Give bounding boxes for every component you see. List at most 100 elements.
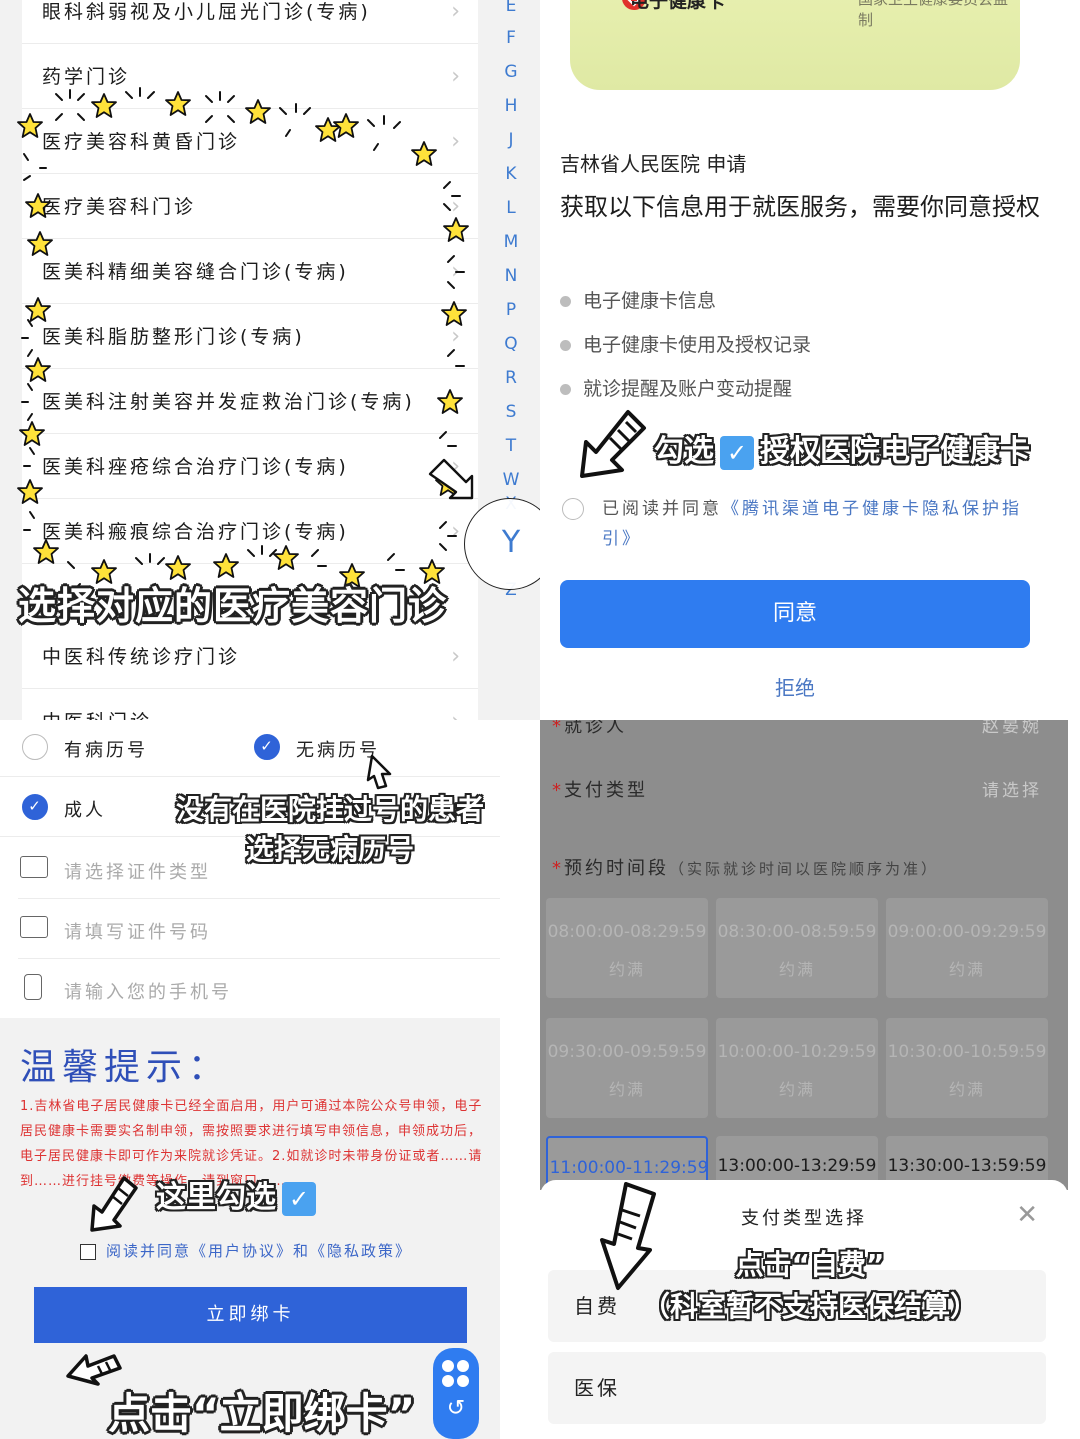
- time-slot[interactable]: 09:00:00-09:29:59 约满: [886, 898, 1048, 998]
- department-name: 医美科注射美容并发症救治门诊(专病): [42, 391, 415, 413]
- alphabet-letter[interactable]: G: [496, 62, 526, 82]
- bind-card-button[interactable]: 立即绑卡: [34, 1287, 467, 1343]
- alphabet-letter[interactable]: N: [496, 266, 526, 286]
- phone-input[interactable]: 请输入您的手机号: [64, 978, 232, 1004]
- back-icon[interactable]: ↺: [433, 1396, 479, 1421]
- adult-radio[interactable]: [22, 794, 48, 820]
- no-history-radio[interactable]: [254, 734, 280, 760]
- reject-button[interactable]: 拒绝: [560, 672, 1030, 701]
- slot-status: 约满: [778, 1080, 815, 1099]
- close-icon[interactable]: ✕: [1016, 1200, 1038, 1230]
- auth-description: 获取以下信息用于就医服务，需要你同意授权: [560, 193, 1040, 221]
- list-item[interactable]: 医美科瘢痕综合治疗门诊(专病) ›: [22, 500, 478, 564]
- chevron-right-icon: ›: [451, 64, 460, 89]
- alphabet-letter[interactable]: E: [496, 0, 526, 16]
- checkbox-checked-icon: ✓: [720, 435, 754, 470]
- slot-time: 10:30:00-10:59:59: [887, 1042, 1047, 1062]
- alphabet-letter[interactable]: F: [496, 28, 526, 48]
- has-history-label: 有病历号: [64, 740, 148, 761]
- alphabet-letter[interactable]: J: [496, 130, 526, 150]
- bullet-icon: [560, 384, 571, 395]
- pay-type-value[interactable]: 请选择: [982, 776, 1042, 801]
- department-name: 医疗美容科黄昏门诊: [42, 131, 241, 153]
- caption-self-pay: 点击“自费” （科室暂不支持医保结算）: [640, 1244, 980, 1328]
- health-card-title: 电子健康卡: [630, 0, 726, 12]
- caption-authorize: 勾选 ✓ 授权医院电子健康卡: [654, 426, 1030, 470]
- time-slot[interactable]: 10:30:00-10:59:59 约满: [886, 1018, 1048, 1118]
- has-history-radio[interactable]: [22, 734, 48, 760]
- pointer-arrow-icon: [366, 754, 392, 790]
- alphabet-letter[interactable]: W: [496, 470, 526, 490]
- patient-value[interactable]: 赵晏婉: [982, 720, 1042, 737]
- agree-radio[interactable]: [562, 498, 584, 520]
- chevron-right-icon: ›: [451, 644, 460, 669]
- auth-item-label: 电子健康卡信息: [583, 290, 717, 312]
- caption-select-department: 选择对应的医疗美容门诊: [18, 584, 448, 628]
- caption-click-bind: 点击“立即绑卡”: [108, 1389, 416, 1438]
- caption-text: 点击“自费”: [735, 1248, 885, 1281]
- chevron-right-icon: ›: [451, 259, 460, 284]
- department-name: 医疗美容科门诊: [42, 196, 197, 218]
- chevron-right-icon: ›: [451, 389, 460, 414]
- auth-requester: 吉林省人民医院 申请: [560, 152, 747, 176]
- id-number-input[interactable]: 请填写证件号码: [64, 918, 211, 944]
- list-item[interactable]: 中医科传统诊疗门诊 ›: [22, 625, 478, 689]
- chevron-right-icon: ›: [451, 324, 460, 349]
- slot-time: 13:30:00-13:59:59: [887, 1156, 1047, 1176]
- alphabet-letter[interactable]: M: [496, 232, 526, 252]
- auth-item: 电子健康卡信息: [560, 286, 716, 313]
- card-number-icon: [20, 916, 48, 938]
- slot-time: 11:00:00-11:29:59: [549, 1158, 709, 1178]
- caption-text: 勾选: [654, 434, 714, 469]
- apps-icon[interactable]: [442, 1360, 470, 1388]
- list-item[interactable]: 中医科门诊 ›: [22, 690, 478, 720]
- list-item[interactable]: 医疗美容科黄昏门诊 ›: [22, 110, 478, 174]
- phone-icon: [24, 974, 42, 1000]
- alphabet-letter[interactable]: K: [496, 164, 526, 184]
- agreement-text[interactable]: 阅读并同意《用户协议》和《隐私政策》: [106, 1240, 412, 1261]
- list-item[interactable]: 眼科斜弱视及小儿屈光门诊(专病) ›: [22, 0, 478, 44]
- alphabet-letter[interactable]: R: [496, 368, 526, 388]
- chevron-right-icon: ›: [451, 194, 460, 219]
- alphabet-letter[interactable]: Q: [496, 334, 526, 354]
- agree-button[interactable]: 同意: [560, 580, 1030, 648]
- auth-item: 就诊提醒及账户变动提醒: [560, 374, 792, 401]
- department-name: 中医科门诊: [42, 690, 152, 720]
- time-slot[interactable]: 08:30:00-08:59:59 约满: [716, 898, 878, 998]
- slot-status: 约满: [948, 1080, 985, 1099]
- floating-menu[interactable]: ↺: [433, 1348, 479, 1439]
- alphabet-letter[interactable]: S: [496, 402, 526, 422]
- list-item[interactable]: 药学门诊 ›: [22, 45, 478, 109]
- agreement-checkbox[interactable]: [80, 1244, 96, 1260]
- bullet-icon: [560, 296, 571, 307]
- time-slot[interactable]: 08:00:00-08:29:59 约满: [546, 898, 708, 998]
- list-item[interactable]: 医美科痤疮综合治疗门诊(专病) ›: [22, 435, 478, 499]
- auth-item: 电子健康卡使用及授权记录: [560, 330, 811, 357]
- chevron-right-icon: ›: [451, 690, 460, 720]
- slot-time: 08:30:00-08:59:59: [717, 922, 877, 942]
- department-name: 医美科痤疮综合治疗门诊(专病): [42, 456, 349, 478]
- chevron-right-icon: ›: [451, 129, 460, 154]
- list-item[interactable]: 医美科脂肪整形门诊(专病) ›: [22, 305, 478, 369]
- agree-prefix: 已阅读并同意: [602, 499, 722, 519]
- authorization-panel: 电子健康卡 国家卫生健康委员会监制 吉林省人民医院 申请 获取以下信息用于就医服…: [540, 0, 1080, 720]
- list-item[interactable]: 医美科注射美容并发症救治门诊(专病) ›: [22, 370, 478, 434]
- pointer-arrow-icon: [580, 410, 646, 478]
- alphabet-letter[interactable]: T: [496, 436, 526, 456]
- time-slot[interactable]: 10:00:00-10:29:59 约满: [716, 1018, 878, 1118]
- alphabet-letter[interactable]: H: [496, 96, 526, 116]
- slot-status: 约满: [948, 960, 985, 979]
- alphabet-letter[interactable]: L: [496, 198, 526, 218]
- period-label: *预约时间段（实际就诊时间以医院顺序为准）: [552, 858, 940, 879]
- alphabet-letter[interactable]: P: [496, 300, 526, 320]
- insurance-option[interactable]: 医保: [548, 1352, 1046, 1424]
- caption-text: 没有在医院挂过号的患者: [175, 793, 484, 826]
- alphabet-index[interactable]: E F G H J K L M N P Q R S T W X Z: [496, 0, 526, 720]
- adult-label: 成人: [64, 800, 106, 821]
- list-item[interactable]: 医美科精细美容缝合门诊(专病) ›: [22, 240, 478, 304]
- caption-check-here: 这里勾选 ✓: [156, 1172, 316, 1216]
- slot-status: 约满: [608, 1080, 645, 1099]
- list-item[interactable]: 医疗美容科门诊 ›: [22, 175, 478, 239]
- checkbox-checked-icon: ✓: [282, 1181, 316, 1216]
- time-slot[interactable]: 09:30:00-09:59:59 约满: [546, 1018, 708, 1118]
